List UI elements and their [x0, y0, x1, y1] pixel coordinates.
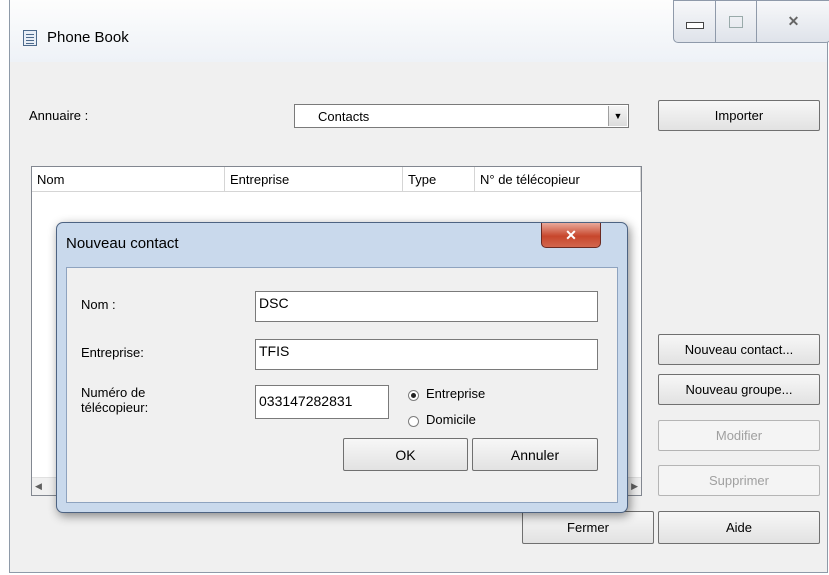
fax-number-field[interactable]: 033147282831 [255, 385, 389, 419]
maximize-button[interactable] [715, 0, 757, 43]
annuaire-selected-value: Contacts [318, 109, 370, 124]
ok-button[interactable]: OK [343, 438, 468, 471]
supprimer-button[interactable]: Supprimer [658, 465, 820, 496]
modifier-button[interactable]: Modifier [658, 420, 820, 451]
window-title: Phone Book [47, 29, 129, 46]
annuler-button[interactable]: Annuler [472, 438, 598, 471]
radio-domicile-label[interactable]: Domicile [426, 412, 476, 427]
radio-entreprise-label[interactable]: Entreprise [426, 386, 485, 401]
close-icon: ✕ [787, 13, 800, 29]
close-icon: ✕ [565, 226, 577, 243]
minimize-icon [685, 22, 704, 29]
minimize-button[interactable] [673, 0, 716, 43]
nom-label: Nom : [81, 297, 116, 312]
caption-buttons: ✕ [673, 0, 829, 43]
dialog-close-button[interactable]: ✕ [541, 223, 601, 248]
nouveau-groupe-button[interactable]: Nouveau groupe... [658, 374, 820, 405]
phone-book-app-icon [23, 30, 37, 46]
fax-label-line2: télécopieur: [81, 400, 149, 415]
annuaire-label: Annuaire : [29, 108, 89, 123]
fermer-button[interactable]: Fermer [522, 511, 654, 544]
dialog-body: Nom : DSC Entreprise: TFIS Numéro de tél… [66, 267, 618, 503]
column-header-nom[interactable]: Nom [32, 167, 225, 191]
nouveau-contact-dialog: Nouveau contact ✕ Nom : DSC Entreprise: … [56, 222, 628, 513]
importer-button[interactable]: Importer [658, 100, 820, 131]
nouveau-contact-button[interactable]: Nouveau contact... [658, 334, 820, 365]
fax-label: Numéro de télécopieur: [81, 385, 148, 415]
close-window-button[interactable]: ✕ [756, 0, 829, 43]
radio-entreprise[interactable] [408, 390, 419, 401]
column-header-type[interactable]: Type [403, 167, 475, 191]
dialog-title: Nouveau contact [66, 235, 179, 252]
column-header-entreprise[interactable]: Entreprise [225, 167, 403, 191]
entreprise-field[interactable]: TFIS [255, 339, 598, 370]
column-header-fax[interactable]: N° de télécopieur [475, 167, 641, 191]
fax-label-line1: Numéro de [81, 385, 146, 400]
aide-button[interactable]: Aide [658, 511, 820, 544]
entreprise-label: Entreprise: [81, 345, 144, 360]
radio-domicile[interactable] [408, 416, 419, 427]
scroll-right-icon[interactable]: ▶ [631, 481, 638, 492]
annuaire-select[interactable]: Contacts ▼ [294, 104, 629, 128]
nom-field[interactable]: DSC [255, 291, 598, 322]
chevron-down-icon[interactable]: ▼ [608, 106, 627, 126]
list-header: Nom Entreprise Type N° de télécopieur [32, 167, 641, 192]
scroll-left-icon[interactable]: ◀ [35, 481, 42, 492]
maximize-icon [729, 15, 743, 28]
